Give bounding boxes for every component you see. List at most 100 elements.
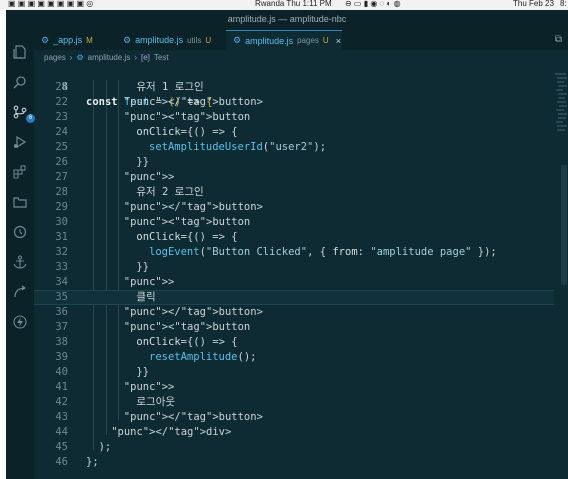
close-tab-icon[interactable]: × (336, 36, 341, 46)
code-line[interactable]: 29 "punc"></"tag">button> (34, 200, 554, 215)
line-number: 23 (55, 111, 68, 123)
code-line[interactable]: 22 "punc"></"tag">button> (34, 95, 554, 110)
code-line[interactable]: 42 로그아웃 (34, 395, 554, 410)
chevron-right-icon: › (134, 53, 137, 62)
folder-icon[interactable] (12, 194, 28, 210)
code-text: "punc">> (123, 381, 175, 393)
code-line[interactable]: 44 "punc"></"tag">div> (34, 425, 554, 440)
explorer-icon[interactable] (12, 44, 28, 60)
code-line[interactable]: 23 "punc"><"tag">button (34, 110, 554, 125)
code-line[interactable]: 33}} (34, 260, 554, 275)
tab-dir: pages (297, 36, 319, 45)
code-text: 유저 2 로그인 (136, 186, 204, 198)
minimap[interactable] (554, 70, 568, 140)
menubar-status-icons[interactable]: ⊖ ▭ ▮ ◉ ◌ ◐ ◍ (345, 0, 401, 8)
timeline-icon[interactable] (12, 224, 28, 240)
chevron-right-icon: › (69, 53, 73, 62)
line-number: 32 (55, 246, 68, 258)
code-line[interactable]: 31 onClick={() => { (34, 230, 554, 245)
code-text: }} (136, 156, 150, 168)
code-editor[interactable]: 8 const Test = () => { 21 유저 1 로그인 22 "punc… (34, 65, 568, 479)
code-line[interactable]: 46}; (34, 455, 554, 470)
breadcrumb: pages › ⚙ amplitude.js › [e] Test (34, 50, 568, 65)
js-file-icon: ⚙ (76, 53, 84, 62)
js-file-icon: ⚙ (233, 35, 242, 45)
tab-status: M (86, 35, 93, 45)
code-line[interactable]: 26}} (34, 155, 554, 170)
code-line[interactable]: 37 "punc"><"tag">button (34, 320, 554, 335)
editor-tabs: ⚙ _app.js M ⚙ amplitude.js utils U ⚙ amp… (34, 30, 568, 50)
code-text: "punc"><"tag">button (123, 216, 251, 228)
line-number: 33 (55, 261, 68, 273)
code-line[interactable]: 39 resetAmplitude(); (34, 350, 554, 365)
tab-app-js[interactable]: ⚙ _app.js M (34, 30, 116, 50)
code-line[interactable]: 25 setAmplitudeUserId("user2"); (34, 140, 554, 155)
code-line[interactable]: 43 "punc"></"tag">button> (34, 410, 554, 425)
code-text: }; (86, 456, 99, 468)
line-number: 37 (55, 321, 68, 333)
code-text: "punc">> (123, 276, 175, 288)
line-number: 21 (55, 81, 68, 93)
code-text: 유저 1 로그인 (136, 81, 204, 93)
tab-label: amplitude.js (245, 35, 294, 46)
line-number: 30 (55, 216, 68, 228)
code-line[interactable]: 41 "punc">> (34, 380, 554, 395)
code-line[interactable]: 38 onClick={() => { (34, 335, 554, 350)
code-line[interactable]: 36 "punc"></"tag">button> (34, 305, 554, 320)
run-debug-icon[interactable] (12, 134, 28, 150)
code-line[interactable]: 45); (34, 440, 554, 455)
vertical-scrollbar[interactable] (561, 165, 567, 285)
line-number: 34 (55, 276, 68, 288)
code-text: onClick={() => { (136, 126, 238, 138)
line-number: 45 (55, 441, 68, 453)
line-number: 31 (55, 231, 68, 243)
line-number: 46 (55, 456, 68, 468)
tab-label: _app.js (53, 35, 83, 45)
line-number: 26 (55, 156, 68, 168)
code-line[interactable]: 27 "punc">> (34, 170, 554, 185)
breadcrumb-symbol[interactable]: Test (154, 53, 169, 62)
lightning-icon[interactable] (12, 314, 28, 330)
js-file-icon: ⚙ (123, 34, 132, 45)
code-text: "punc"></"tag">button> (123, 411, 263, 423)
js-file-icon: ⚙ (41, 34, 50, 45)
line-number: 24 (55, 126, 68, 138)
code-text: ); (98, 441, 112, 453)
line-number: 43 (55, 411, 68, 423)
breadcrumb-folder[interactable]: pages (44, 53, 66, 62)
line-number: 29 (55, 201, 68, 213)
code-line[interactable]: 34 "punc">> (34, 275, 554, 290)
sticky-scroll-line[interactable]: 8 const Test = () => { (34, 65, 554, 108)
window-title: amplitude.js — amplitude-nbc (227, 14, 347, 24)
code-line[interactable]: 40}} (34, 365, 554, 380)
tab-status: U (322, 36, 329, 45)
line-number: 36 (55, 306, 68, 318)
line-number: 22 (55, 96, 68, 108)
breadcrumb-file[interactable]: amplitude.js (88, 53, 131, 62)
split-editor-icon[interactable]: ⧉ (555, 34, 562, 45)
tab-utils-amplitude[interactable]: ⚙ amplitude.js utils U (116, 30, 226, 50)
tab-dir: utils (187, 35, 202, 45)
anchor-icon[interactable] (12, 254, 28, 270)
code-text: 로그아웃 (136, 396, 176, 408)
extensions-icon[interactable] (12, 164, 28, 180)
code-line[interactable]: 32 logEvent("Button Clicked", { from: "am… (34, 245, 554, 260)
code-text: logEvent("Button Clicked", { from: "ampl… (149, 246, 497, 258)
code-line[interactable]: 30 "punc"><"tag">button (34, 215, 554, 230)
code-text: }} (136, 261, 150, 273)
code-line[interactable]: 28 유저 2 로그인 (34, 185, 554, 200)
source-control-icon[interactable]: 6 (12, 104, 35, 123)
search-icon[interactable] (12, 74, 28, 90)
code-text: onClick={() => { (136, 231, 238, 243)
line-number: 42 (55, 396, 68, 408)
menubar-icons-left[interactable]: ▣ ▣ ▣ ▣ ▣ ▣ ▣ ▣ ◎ (8, 0, 93, 8)
remote-icon[interactable] (12, 284, 28, 300)
code-text: onClick={() => { (136, 336, 238, 348)
code-line[interactable]: 35 클릭 (34, 290, 554, 305)
code-text: "punc">> (123, 171, 175, 183)
tab-pages-amplitude[interactable]: ⚙ amplitude.js pages U × (226, 30, 342, 50)
line-number: 41 (55, 381, 68, 393)
code-line[interactable]: 24 onClick={() => { (34, 125, 554, 140)
code-line[interactable]: 21 유저 1 로그인 (34, 80, 554, 95)
code-text: "punc"></"tag">button> (123, 201, 263, 213)
